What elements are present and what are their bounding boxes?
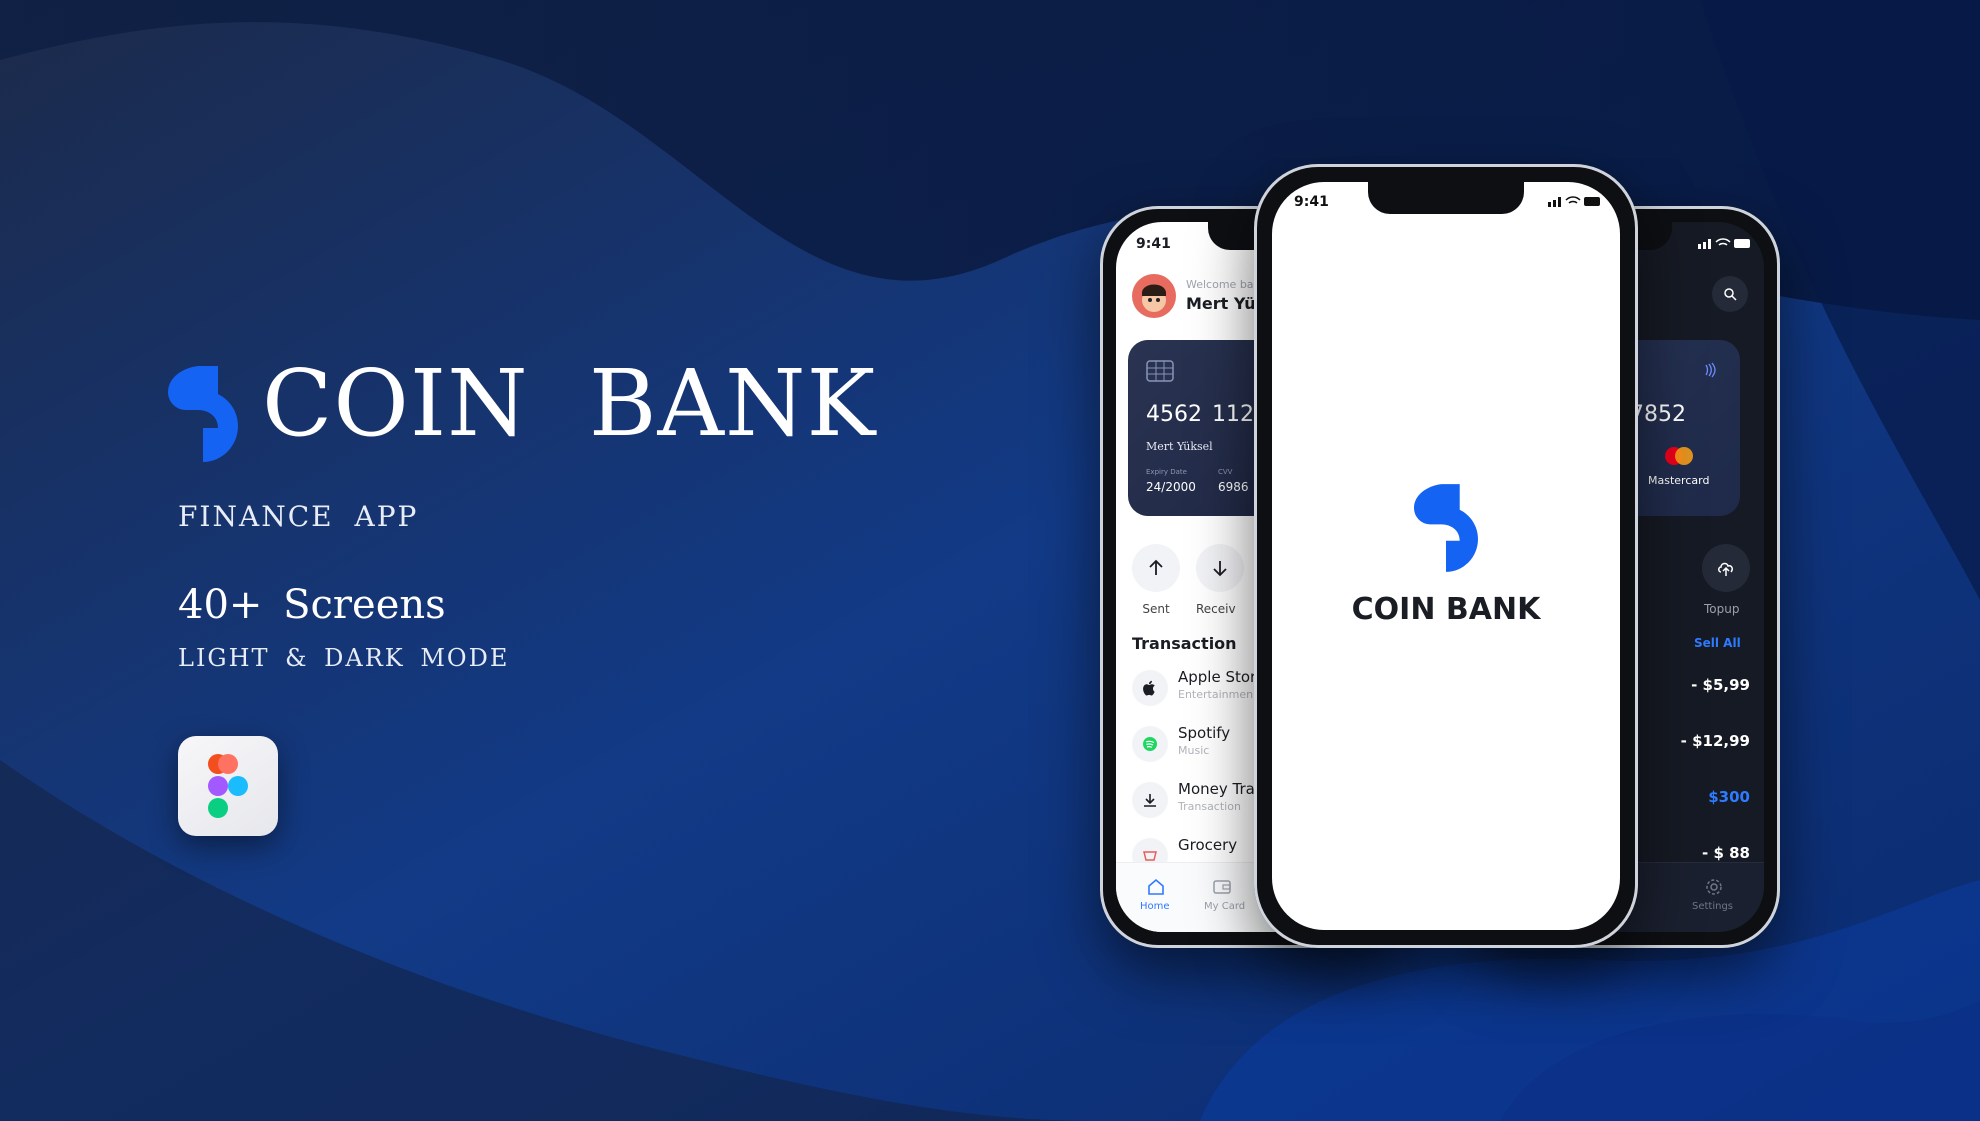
- transaction-title: Transaction: [1132, 634, 1237, 653]
- spotify-icon: [1132, 726, 1168, 762]
- search-button[interactable]: [1712, 276, 1748, 312]
- figma-tile: [178, 736, 278, 836]
- receive-label: Receiv: [1196, 602, 1236, 616]
- tx-name-3: Grocery: [1178, 836, 1238, 854]
- card-network: Mastercard: [1648, 474, 1710, 487]
- arrow-up-icon: [1149, 559, 1163, 575]
- amount-0: - $5,99: [1691, 676, 1750, 694]
- amount-2: $300: [1708, 788, 1750, 806]
- home-icon[interactable]: [1146, 877, 1166, 897]
- card-number-end: 7852: [1630, 402, 1686, 427]
- theme-modes: LIGHT & DARK MODE: [178, 644, 510, 672]
- amount-3: - $ 88: [1702, 844, 1750, 862]
- coin-bank-logo-icon-center: [1414, 484, 1478, 572]
- status-icons-center: [1548, 196, 1600, 207]
- expiry-label: Expiry Date: [1146, 468, 1187, 476]
- mastercard-icon: [1665, 447, 1693, 465]
- splash-brand: COIN BANK: [1351, 592, 1541, 627]
- nav-settings[interactable]: Settings: [1692, 901, 1733, 912]
- topup-button[interactable]: [1702, 544, 1750, 592]
- card-holder: Mert Yüksel: [1146, 440, 1213, 453]
- search-icon: [1724, 288, 1737, 301]
- nav-home[interactable]: Home: [1140, 901, 1170, 912]
- cvv-label: CVV: [1218, 468, 1233, 476]
- topup-label: Topup: [1704, 602, 1740, 616]
- tx-name-0: Apple Stor: [1178, 668, 1257, 686]
- coin-bank-logo-icon: [168, 366, 238, 462]
- brand-title: COIN BANK: [262, 350, 877, 457]
- status-time-center: 9:41: [1294, 194, 1329, 210]
- tx-name-1: Spotify: [1178, 724, 1231, 742]
- contactless-icon: [1705, 362, 1716, 378]
- arrow-down-icon: [1213, 561, 1227, 577]
- see-all-link[interactable]: Sell All: [1694, 636, 1741, 650]
- upload-cloud-icon: [1718, 562, 1733, 576]
- amount-1: - $12,99: [1680, 732, 1750, 750]
- sent-label: Sent: [1142, 602, 1170, 616]
- welcome-text: Welcome ba: [1186, 278, 1254, 291]
- screens-count: 40+ Screens: [178, 582, 446, 628]
- avatar[interactable]: [1132, 274, 1176, 318]
- tx-sub-2: Transaction: [1178, 800, 1241, 813]
- status-icons: [1698, 238, 1750, 249]
- status-time: 9:41: [1136, 236, 1171, 252]
- tx-name-2: Money Tra: [1178, 780, 1255, 798]
- tx-sub-1: Music: [1178, 744, 1210, 757]
- card-number-a: 4562: [1146, 402, 1202, 427]
- apple-icon: [1132, 670, 1168, 706]
- receive-button[interactable]: [1196, 544, 1244, 592]
- brand-subtitle: FINANCE APP: [178, 500, 419, 533]
- download-icon: [1132, 782, 1168, 818]
- tx-sub-0: Entertainmen: [1178, 688, 1254, 701]
- sent-button[interactable]: [1132, 544, 1180, 592]
- figma-icon: [208, 754, 248, 818]
- expiry-value: 24/2000: [1146, 480, 1196, 494]
- gear-icon[interactable]: [1704, 877, 1724, 897]
- nav-my-card[interactable]: My Card: [1204, 901, 1245, 912]
- cvv-value: 6986: [1218, 480, 1249, 494]
- chip-icon: [1146, 360, 1174, 382]
- wallet-icon[interactable]: [1212, 877, 1232, 897]
- phone-center: 9:41 COIN BANK: [1254, 164, 1638, 948]
